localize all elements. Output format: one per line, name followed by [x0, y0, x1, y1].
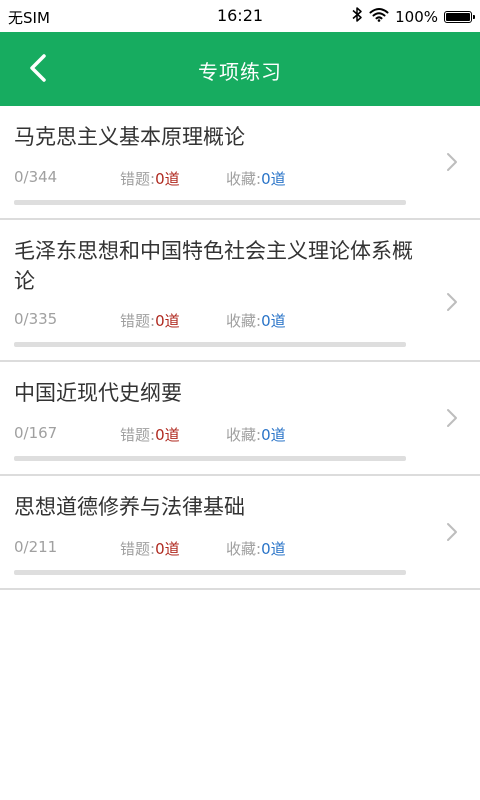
error-value: 0道: [155, 426, 180, 444]
progress-bar: [14, 342, 406, 347]
favorite-count: 收藏:0道: [226, 538, 286, 559]
error-label: 错题:: [120, 312, 156, 330]
error-count: 错题:0道: [120, 168, 180, 189]
status-bar: 无SIM 16:21 100%: [0, 0, 480, 32]
subject-item[interactable]: 中国近现代史纲要 0/167 错题:0道 收藏:0道: [0, 362, 480, 476]
subject-title: 毛泽东思想和中国特色社会主义理论体系概论: [14, 239, 413, 293]
error-value: 0道: [155, 540, 180, 558]
navigation-bar: 专项练习: [0, 32, 480, 106]
progress-count: 0/211: [14, 538, 58, 556]
error-count: 错题:0道: [120, 424, 180, 445]
error-label: 错题:: [120, 170, 156, 188]
battery-level: [446, 12, 470, 21]
error-label: 错题:: [120, 540, 156, 558]
favorite-count: 收藏:0道: [226, 310, 286, 331]
error-value: 0道: [155, 170, 180, 188]
subject-item[interactable]: 马克思主义基本原理概论 0/344 错题:0道 收藏:0道: [0, 106, 480, 220]
favorite-value: 0道: [261, 312, 286, 330]
battery-icon: [444, 10, 475, 23]
page-title: 专项练习: [198, 60, 282, 84]
favorite-value: 0道: [261, 170, 286, 188]
progress-count: 0/335: [14, 310, 58, 328]
favorite-value: 0道: [261, 540, 286, 558]
progress-bar: [14, 570, 406, 575]
favorite-count: 收藏:0道: [226, 168, 286, 189]
wifi-icon: [369, 7, 389, 26]
favorite-label: 收藏:: [226, 170, 262, 188]
battery-percent: 100%: [395, 7, 438, 26]
error-label: 错题:: [120, 426, 156, 444]
error-count: 错题:0道: [120, 310, 180, 331]
favorite-label: 收藏:: [226, 540, 262, 558]
chevron-right-icon: [447, 409, 457, 427]
subject-item[interactable]: 毛泽东思想和中国特色社会主义理论体系概论 0/335 错题:0道 收藏:0道: [0, 220, 480, 362]
subject-list: 马克思主义基本原理概论 0/344 错题:0道 收藏:0道 毛泽东思想和中国特色…: [0, 106, 480, 590]
subject-title: 中国近现代史纲要: [14, 381, 182, 405]
progress-bar: [14, 200, 406, 205]
favorite-label: 收藏:: [226, 312, 262, 330]
subject-title: 思想道德修养与法律基础: [14, 495, 245, 519]
favorite-count: 收藏:0道: [226, 424, 286, 445]
subject-item[interactable]: 思想道德修养与法律基础 0/211 错题:0道 收藏:0道: [0, 476, 480, 590]
error-value: 0道: [155, 312, 180, 330]
subject-title: 马克思主义基本原理概论: [14, 125, 245, 149]
chevron-right-icon: [447, 153, 457, 171]
error-count: 错题:0道: [120, 538, 180, 559]
chevron-right-icon: [447, 523, 457, 541]
progress-count: 0/344: [14, 168, 58, 186]
status-indicators: 100%: [352, 6, 475, 27]
favorite-value: 0道: [261, 426, 286, 444]
chevron-right-icon: [447, 293, 457, 311]
progress-bar: [14, 456, 406, 461]
favorite-label: 收藏:: [226, 426, 262, 444]
progress-count: 0/167: [14, 424, 58, 442]
bluetooth-icon: [352, 6, 363, 27]
